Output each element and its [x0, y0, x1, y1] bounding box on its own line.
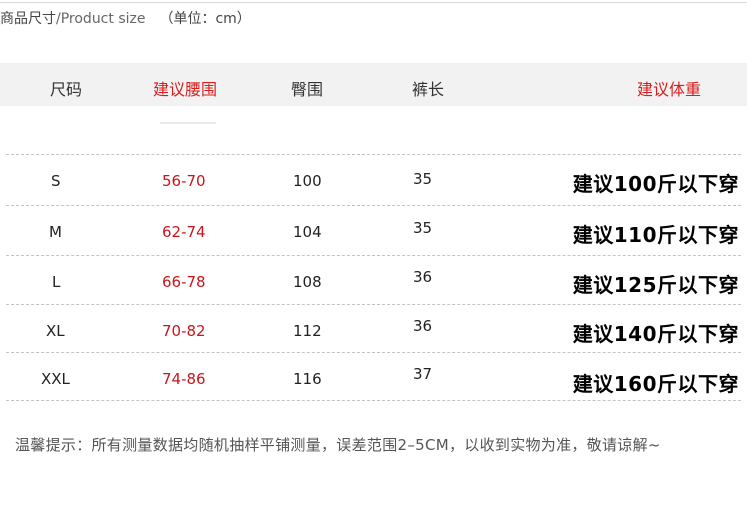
size-cell: XXL: [41, 370, 70, 388]
length-cell: 37: [413, 365, 433, 383]
row-divider: [6, 304, 741, 305]
weight-cell: 建议160斤以下穿: [572, 372, 739, 396]
title-cn: 商品尺寸: [0, 11, 56, 27]
col-header-size: 尺码: [50, 80, 83, 99]
col-header-waist: 建议腰围: [153, 80, 218, 99]
measurement-note: 温馨提示：所有测量数据均随机抽样平铺测量，误差范围2–5CM，以收到实物为准，敬…: [15, 436, 661, 454]
col-header-weight: 建议体重: [637, 80, 702, 99]
size-cell: S: [51, 172, 61, 190]
length-cell: 36: [413, 268, 433, 286]
table-row: M 62-74 104 35 建议110斤以下穿: [0, 205, 747, 253]
col-header-length: 裤长: [412, 80, 445, 99]
row-divider: [6, 255, 741, 256]
unit-label: （单位：cm）: [159, 11, 251, 27]
table-row: L 66-78 108 36 建议125斤以下穿: [0, 255, 747, 303]
weight-cell: 建议110斤以下穿: [572, 223, 739, 247]
length-cell: 36: [413, 317, 433, 335]
waist-cell: 70-82: [162, 322, 206, 340]
length-cell: 35: [413, 170, 433, 188]
hip-cell: 108: [293, 273, 322, 291]
size-cell: L: [52, 273, 61, 291]
waist-cell: 56-70: [162, 172, 206, 190]
row-divider: [6, 205, 741, 206]
table-row: XL 70-82 112 36 建议140斤以下穿: [0, 304, 747, 352]
weight-cell: 建议100斤以下穿: [572, 172, 739, 196]
size-cell: XL: [46, 322, 65, 340]
decorative-line: [160, 122, 216, 124]
table-row: S 56-70 100 35 建议100斤以下穿: [0, 154, 747, 202]
waist-cell: 62-74: [162, 223, 206, 241]
title-en: /Product size: [56, 11, 146, 27]
table-bottom-divider: [6, 400, 741, 401]
length-cell: 35: [413, 219, 433, 237]
hip-cell: 116: [293, 370, 322, 388]
weight-cell: 建议140斤以下穿: [572, 322, 739, 346]
row-divider: [6, 352, 741, 353]
table-header: 尺码 建议腰围 臀围 裤长 建议体重: [0, 63, 747, 106]
size-cell: M: [49, 223, 62, 241]
weight-cell: 建议125斤以下穿: [572, 273, 739, 297]
waist-cell: 74-86: [162, 370, 206, 388]
top-divider: [0, 2, 747, 3]
page-title: 商品尺寸/Product size （单位：cm）: [0, 8, 251, 28]
col-header-hip: 臀围: [291, 80, 324, 99]
hip-cell: 104: [293, 223, 322, 241]
hip-cell: 112: [293, 322, 322, 340]
row-divider: [6, 154, 741, 155]
waist-cell: 66-78: [162, 273, 206, 291]
table-row: XXL 74-86 116 37 建议160斤以下穿: [0, 352, 747, 400]
hip-cell: 100: [293, 172, 322, 190]
